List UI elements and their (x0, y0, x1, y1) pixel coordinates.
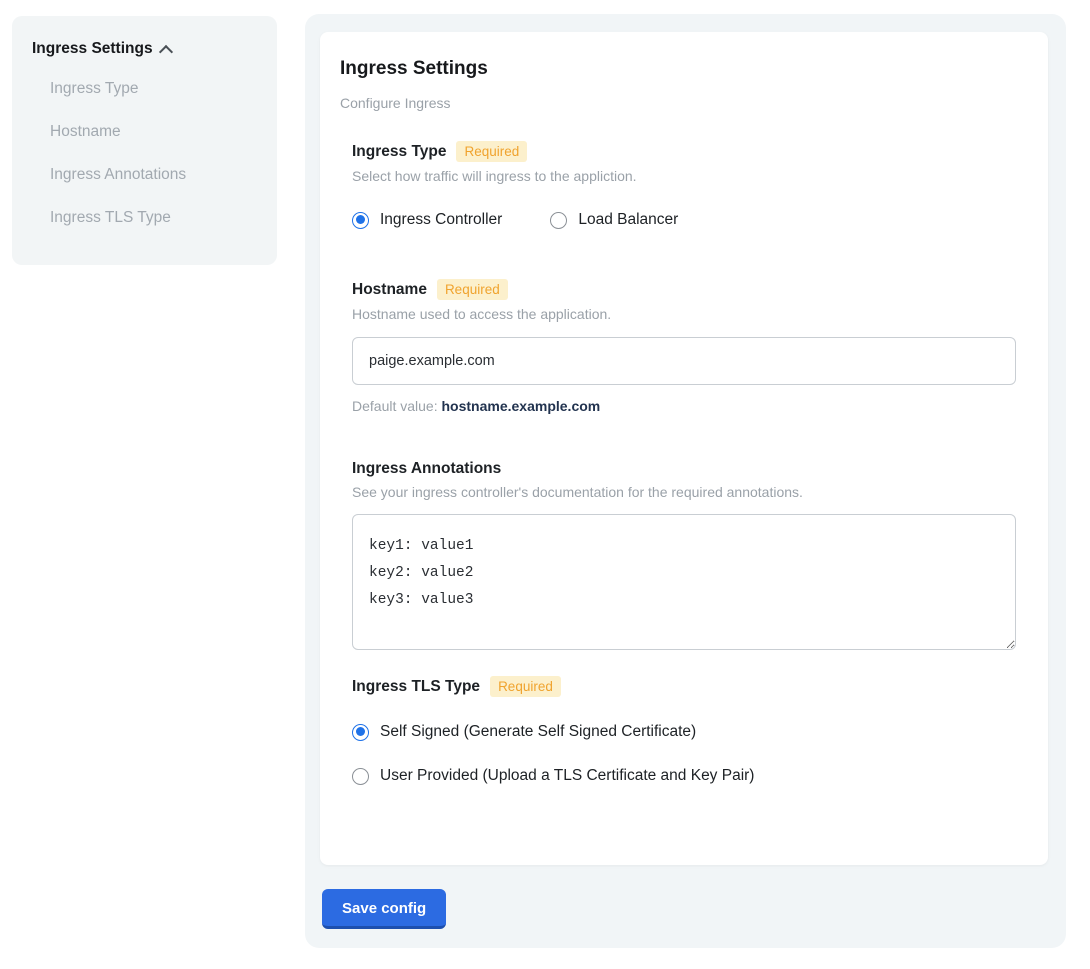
default-value: hostname.example.com (442, 398, 601, 414)
hostname-default-line: Default value: hostname.example.com (352, 398, 1016, 414)
sidebar-item-ingress-annotations[interactable]: Ingress Annotations (50, 166, 257, 184)
required-badge: Required (437, 279, 508, 300)
radio-label: Load Balancer (578, 211, 678, 229)
radio-label: User Provided (Upload a TLS Certificate … (380, 767, 754, 785)
ingress-settings-card: Ingress Settings Configure Ingress Ingre… (320, 32, 1048, 865)
sidebar-item-ingress-type[interactable]: Ingress Type (50, 80, 257, 98)
ingress-annotations-label: Ingress Annotations (352, 460, 501, 478)
sidebar-nav: Ingress Type Hostname Ingress Annotation… (32, 80, 257, 227)
hostname-input[interactable] (352, 337, 1016, 385)
radio-label: Self Signed (Generate Self Signed Certif… (380, 723, 696, 741)
sidebar-group-ingress-settings[interactable]: Ingress Settings (32, 40, 257, 58)
radio-user-provided[interactable]: User Provided (Upload a TLS Certificate … (352, 767, 1016, 785)
page-subtitle: Configure Ingress (340, 95, 1028, 111)
ingress-settings-panel: Ingress Settings Configure Ingress Ingre… (305, 14, 1066, 948)
ingress-annotations-textarea[interactable]: key1: value1 key2: value2 key3: value3 (352, 514, 1016, 650)
save-config-button[interactable]: Save config (322, 889, 446, 929)
radio-unselected-icon (550, 212, 567, 229)
chevron-up-icon (161, 47, 173, 54)
sidebar-item-ingress-tls-type[interactable]: Ingress TLS Type (50, 209, 257, 227)
section-hostname: Hostname Required Hostname used to acces… (352, 279, 1016, 414)
section-ingress-type: Ingress Type Required Select how traffic… (352, 141, 1016, 229)
radio-selected-icon (352, 724, 369, 741)
radio-label: Ingress Controller (380, 211, 502, 229)
settings-sidebar: Ingress Settings Ingress Type Hostname I… (12, 16, 277, 265)
radio-ingress-controller[interactable]: Ingress Controller (352, 211, 502, 229)
ingress-type-radio-group: Ingress Controller Load Balancer (352, 211, 1016, 229)
ingress-annotations-help: See your ingress controller's documentat… (352, 484, 1016, 500)
hostname-label: Hostname (352, 281, 427, 299)
sidebar-group-label: Ingress Settings (32, 40, 153, 58)
section-ingress-annotations: Ingress Annotations See your ingress con… (352, 460, 1016, 655)
radio-load-balancer[interactable]: Load Balancer (550, 211, 678, 229)
sidebar-item-hostname[interactable]: Hostname (50, 123, 257, 141)
ingress-tls-type-label: Ingress TLS Type (352, 678, 480, 696)
ingress-type-label: Ingress Type (352, 143, 446, 161)
page-title: Ingress Settings (340, 58, 1028, 80)
default-prefix: Default value: (352, 398, 442, 414)
radio-selected-icon (352, 212, 369, 229)
required-badge: Required (490, 676, 561, 697)
radio-self-signed[interactable]: Self Signed (Generate Self Signed Certif… (352, 723, 1016, 741)
section-ingress-tls-type: Ingress TLS Type Required Self Signed (G… (352, 676, 1016, 785)
required-badge: Required (456, 141, 527, 162)
tls-radio-group: Self Signed (Generate Self Signed Certif… (352, 723, 1016, 785)
ingress-type-help: Select how traffic will ingress to the a… (352, 168, 1016, 184)
hostname-help: Hostname used to access the application. (352, 306, 1016, 322)
radio-unselected-icon (352, 768, 369, 785)
